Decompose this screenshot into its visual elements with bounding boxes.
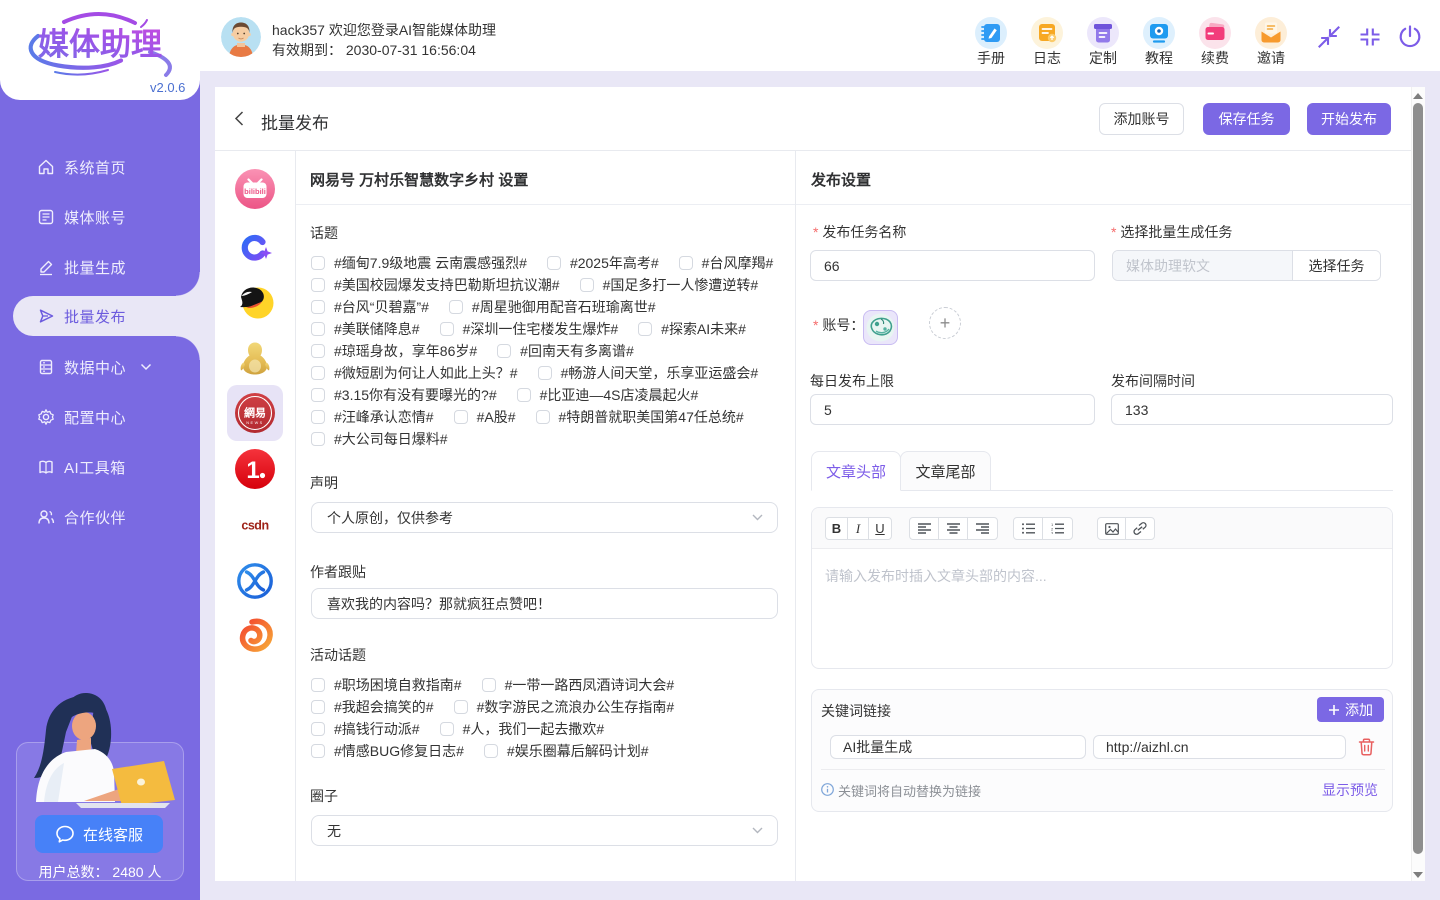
svg-text:1: 1 — [246, 457, 259, 484]
svg-text:3: 3 — [1051, 531, 1054, 535]
svg-text:媒体助理: 媒体助理 — [38, 27, 162, 62]
svg-text:bilibili: bilibili — [244, 187, 266, 196]
svg-text:網易: 網易 — [244, 406, 266, 420]
svg-text:NEWS: NEWS — [246, 421, 263, 425]
svg-text:csdn: csdn — [241, 519, 268, 533]
